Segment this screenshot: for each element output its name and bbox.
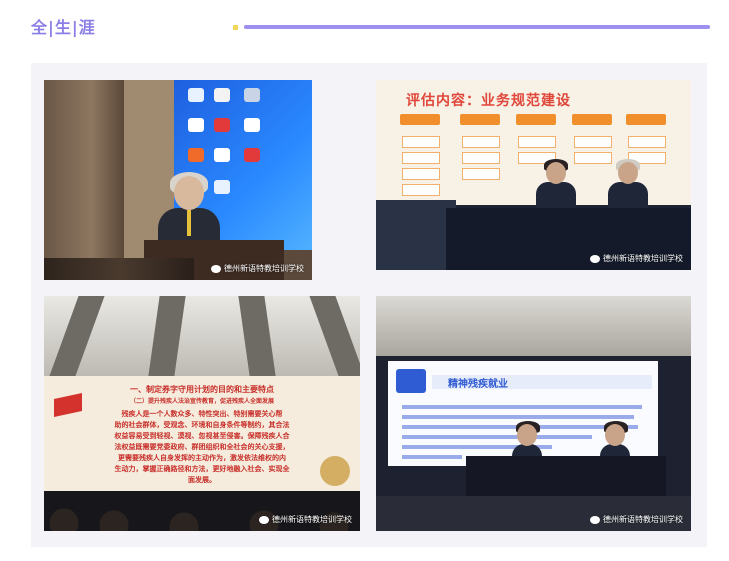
- curtain: [44, 80, 124, 280]
- side-wall: [376, 200, 456, 270]
- screen-title: 评估内容：业务规范建设: [406, 93, 571, 109]
- app-icon: [214, 118, 230, 132]
- screen-body-line: 助的社会群体，受观念、环境和自身条件等制约，其合法: [114, 421, 290, 429]
- chat-icon: [590, 254, 600, 263]
- screen-heading: 一、制定券字守用计划的目的和主要特点: [130, 385, 274, 394]
- screen-body-line: 更需要残疾人自身发挥的主动作为，激发依法维权的内: [118, 454, 286, 462]
- text-line: [402, 405, 642, 409]
- chart-cell: [402, 184, 440, 196]
- chart-cell: [402, 168, 440, 180]
- app-icon: [214, 148, 230, 162]
- audience-heads: [44, 258, 194, 280]
- chat-icon: [211, 264, 221, 273]
- chart-box: [400, 114, 440, 125]
- chat-icon: [590, 515, 600, 524]
- panelist: [536, 159, 576, 214]
- chart-cell: [574, 136, 612, 148]
- section-header: 全|生|涯: [0, 0, 729, 55]
- photo-speaker-podium[interactable]: 德州新语特教培训学校: [44, 80, 312, 280]
- screen-body-line: 生动力，掌握正确路径和方法，更好地融入社会、实现全: [114, 465, 290, 473]
- ceiling: [376, 296, 691, 356]
- watermark: 德州新语特教培训学校: [590, 514, 683, 525]
- watermark: 德州新语特教培训学校: [211, 263, 304, 274]
- presentation-icon: [396, 369, 426, 393]
- app-icon: [244, 88, 260, 102]
- watermark-text: 德州新语特教培训学校: [272, 515, 352, 524]
- screen-title: 精神残疾就业: [448, 379, 508, 390]
- chart-box: [460, 114, 500, 125]
- screen-body-line: 权益容易受到轻视、漠视、忽视甚至侵害。保障残疾人合: [114, 432, 290, 440]
- chart-cell: [462, 152, 500, 164]
- screen-body-line: 法权益既需要党委政府、群团组织和全社会的关心支援，: [114, 443, 290, 451]
- chart-cell: [628, 136, 666, 148]
- app-icon: [214, 88, 230, 102]
- app-icon: [188, 118, 204, 132]
- chart-cell: [574, 152, 612, 164]
- app-icon: [188, 148, 204, 162]
- panelist: [608, 159, 648, 214]
- section-title: 全|生|涯: [31, 18, 96, 37]
- chart-box: [626, 114, 666, 125]
- app-icon: [244, 148, 260, 162]
- emblem-decoration: [320, 456, 350, 486]
- ceiling: [44, 296, 360, 376]
- screen-body-line: 面发展。: [188, 476, 216, 484]
- app-icon: [188, 88, 204, 102]
- projection-screen: 一、制定券字守用计划的目的和主要特点 （二）提升残疾人法治宣传教育，促进残疾人全…: [44, 376, 360, 491]
- photo-gallery-panel: 德州新语特教培训学校 评估内容：业务规范建设 德州新语特教培训学校 一、制定券字…: [31, 63, 707, 547]
- watermark-text: 德州新语特教培训学校: [603, 515, 683, 524]
- chat-icon: [259, 515, 269, 524]
- photo-hall-presentation[interactable]: 一、制定券字守用计划的目的和主要特点 （二）提升残疾人法治宣传教育，促进残疾人全…: [44, 296, 360, 531]
- presentation-table: [466, 456, 666, 496]
- watermark: 德州新语特教培训学校: [259, 514, 352, 525]
- chart-cell: [462, 168, 500, 180]
- text-line: [402, 455, 462, 459]
- screen-subheading: （二）提升残疾人法治宣传教育，促进残疾人全面发展: [129, 398, 274, 405]
- watermark-text: 德州新语特教培训学校: [224, 264, 304, 273]
- chart-cell: [518, 136, 556, 148]
- watermark-text: 德州新语特教培训学校: [603, 254, 683, 263]
- chart-cell: [402, 152, 440, 164]
- photo-panel-evaluation[interactable]: 评估内容：业务规范建设 德州新语特教培训学校: [376, 80, 691, 270]
- watermark: 德州新语特教培训学校: [590, 253, 683, 264]
- chart-box: [572, 114, 612, 125]
- screen-body-line: 残疾人是一个人数众多、特性突出、特别需要关心帮: [121, 410, 283, 418]
- app-icon: [244, 118, 260, 132]
- accent-dot: [233, 25, 238, 30]
- chart-box: [516, 114, 556, 125]
- photo-employment-talk[interactable]: 精神残疾就业 德州新语特教培训学校: [376, 296, 691, 531]
- chart-cell: [402, 136, 440, 148]
- accent-bar: [244, 25, 710, 29]
- text-line: [402, 415, 634, 419]
- chart-cell: [462, 136, 500, 148]
- text-line: [402, 435, 592, 439]
